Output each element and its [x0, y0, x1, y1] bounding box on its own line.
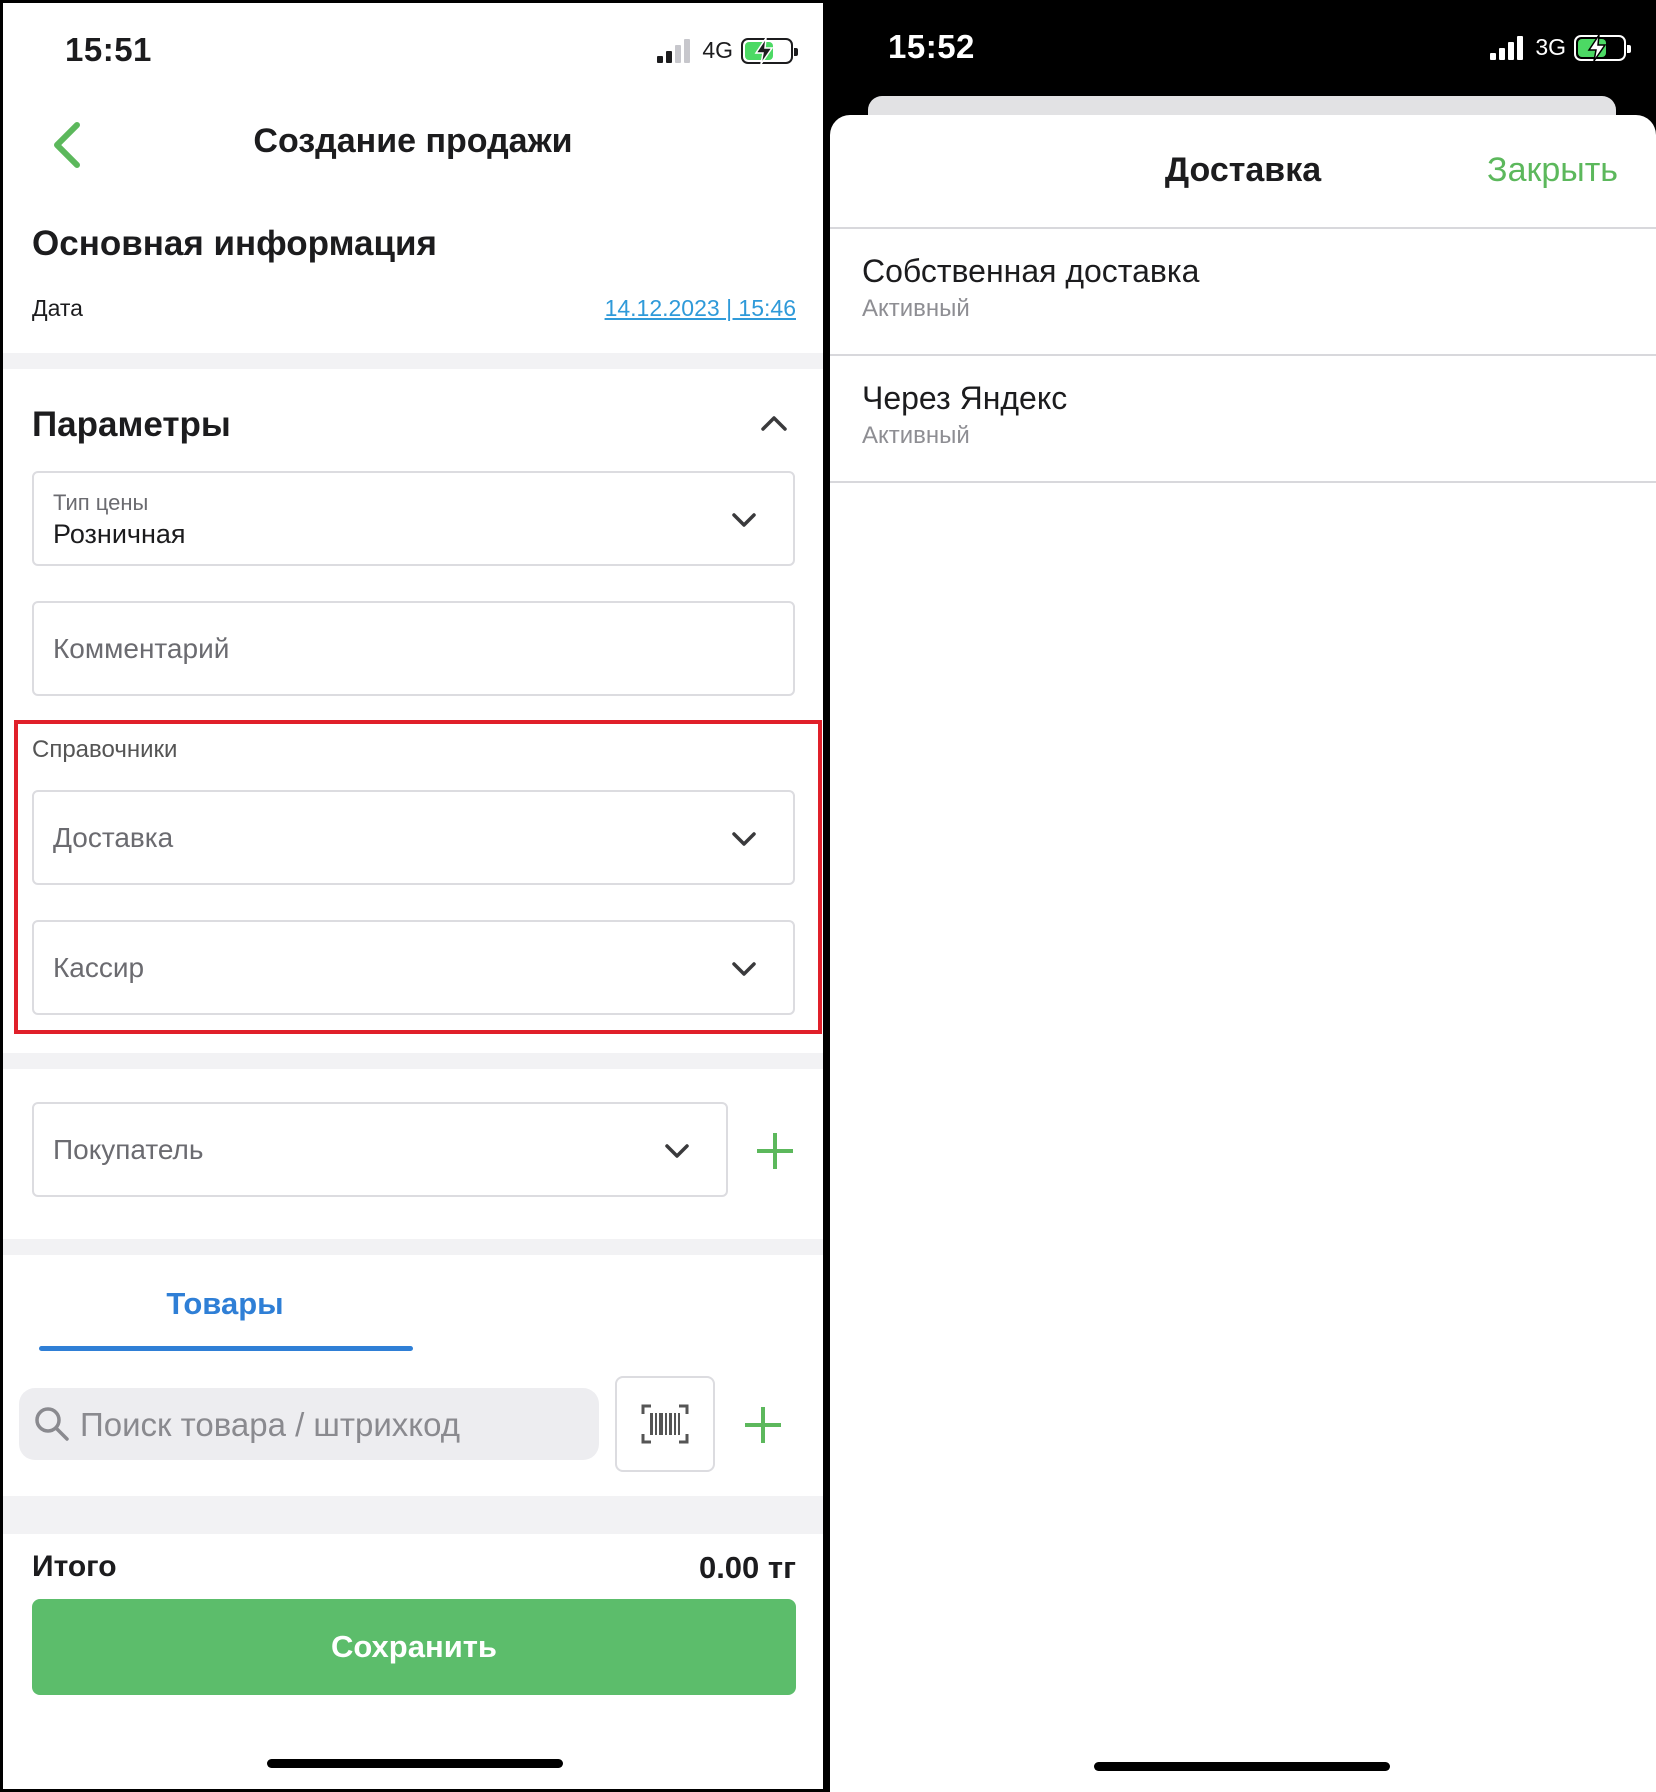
sale-creation-screen: 15:51 4G Создание продажи Основная инфор… [0, 0, 826, 1792]
option-name: Собственная доставка [862, 253, 1200, 289]
comment-placeholder: Комментарий [53, 633, 230, 664]
option-name: Через Яндекс [862, 380, 1068, 416]
price-type-label: Тип цены [53, 490, 149, 515]
section-divider [3, 1239, 823, 1255]
search-icon [35, 1407, 69, 1441]
references-highlight [14, 720, 822, 1034]
status-time: 15:51 [65, 31, 152, 68]
barcode-scan-icon [641, 1404, 689, 1444]
delivery-sheet-screen: 15:52 3G Доставка Закрыть Собственная до… [830, 0, 1656, 1792]
delivery-sheet: Доставка Закрыть Собственная доставка Ак… [830, 115, 1656, 1792]
battery-charging-icon [741, 37, 798, 64]
signal-icon [1490, 35, 1524, 60]
tab-goods[interactable]: Товары [39, 1286, 411, 1322]
section-divider [3, 1496, 823, 1534]
page-title: Создание продажи [253, 122, 573, 160]
chevron-up-icon[interactable] [760, 413, 788, 433]
signal-icon [657, 38, 691, 63]
status-bar: 15:52 3G [830, 0, 1656, 100]
option-status: Активный [862, 295, 970, 322]
buyer-placeholder: Покупатель [53, 1134, 204, 1165]
close-button[interactable]: Закрыть [1487, 151, 1618, 190]
status-bar: 15:51 4G [3, 3, 823, 103]
option-status: Активный [862, 422, 970, 449]
barcode-scan-button[interactable] [615, 1376, 715, 1472]
price-type-value: Розничная [53, 519, 186, 549]
search-placeholder: Поиск товара / штрихкод [80, 1406, 460, 1443]
total-value: 0.00 тг [698, 1550, 796, 1585]
section-divider [3, 353, 823, 369]
network-type: 3G [1535, 34, 1566, 60]
network-type: 4G [702, 37, 733, 63]
home-indicator [1094, 1762, 1390, 1771]
delivery-option[interactable]: Собственная доставка Активный [830, 229, 1656, 354]
add-goods-plus-icon[interactable] [745, 1407, 781, 1443]
main-info-title: Основная информация [32, 224, 437, 263]
sheet-divider [830, 481, 1656, 483]
date-label: Дата [32, 295, 83, 321]
tab-goods-underline [39, 1346, 413, 1351]
chevron-down-icon [732, 513, 756, 527]
delivery-option[interactable]: Через Яндекс Активный [830, 356, 1656, 481]
params-title: Параметры [32, 405, 231, 444]
save-button[interactable]: Сохранить [32, 1599, 796, 1695]
goods-search-input[interactable]: Поиск товара / штрихкод [19, 1388, 599, 1460]
section-divider [3, 1053, 823, 1069]
buyer-select[interactable]: Покупатель [32, 1102, 728, 1197]
date-link[interactable]: 14.12.2023 | 15:46 [605, 295, 796, 322]
total-label: Итого [32, 1550, 117, 1583]
add-buyer-plus-icon[interactable] [757, 1133, 793, 1169]
comment-field[interactable]: Комментарий [32, 601, 795, 696]
home-indicator [267, 1759, 563, 1768]
battery-charging-icon [1574, 34, 1631, 61]
status-time: 15:52 [888, 28, 975, 65]
chevron-down-icon [665, 1144, 689, 1158]
price-type-select[interactable]: Тип цены Розничная [32, 471, 795, 566]
